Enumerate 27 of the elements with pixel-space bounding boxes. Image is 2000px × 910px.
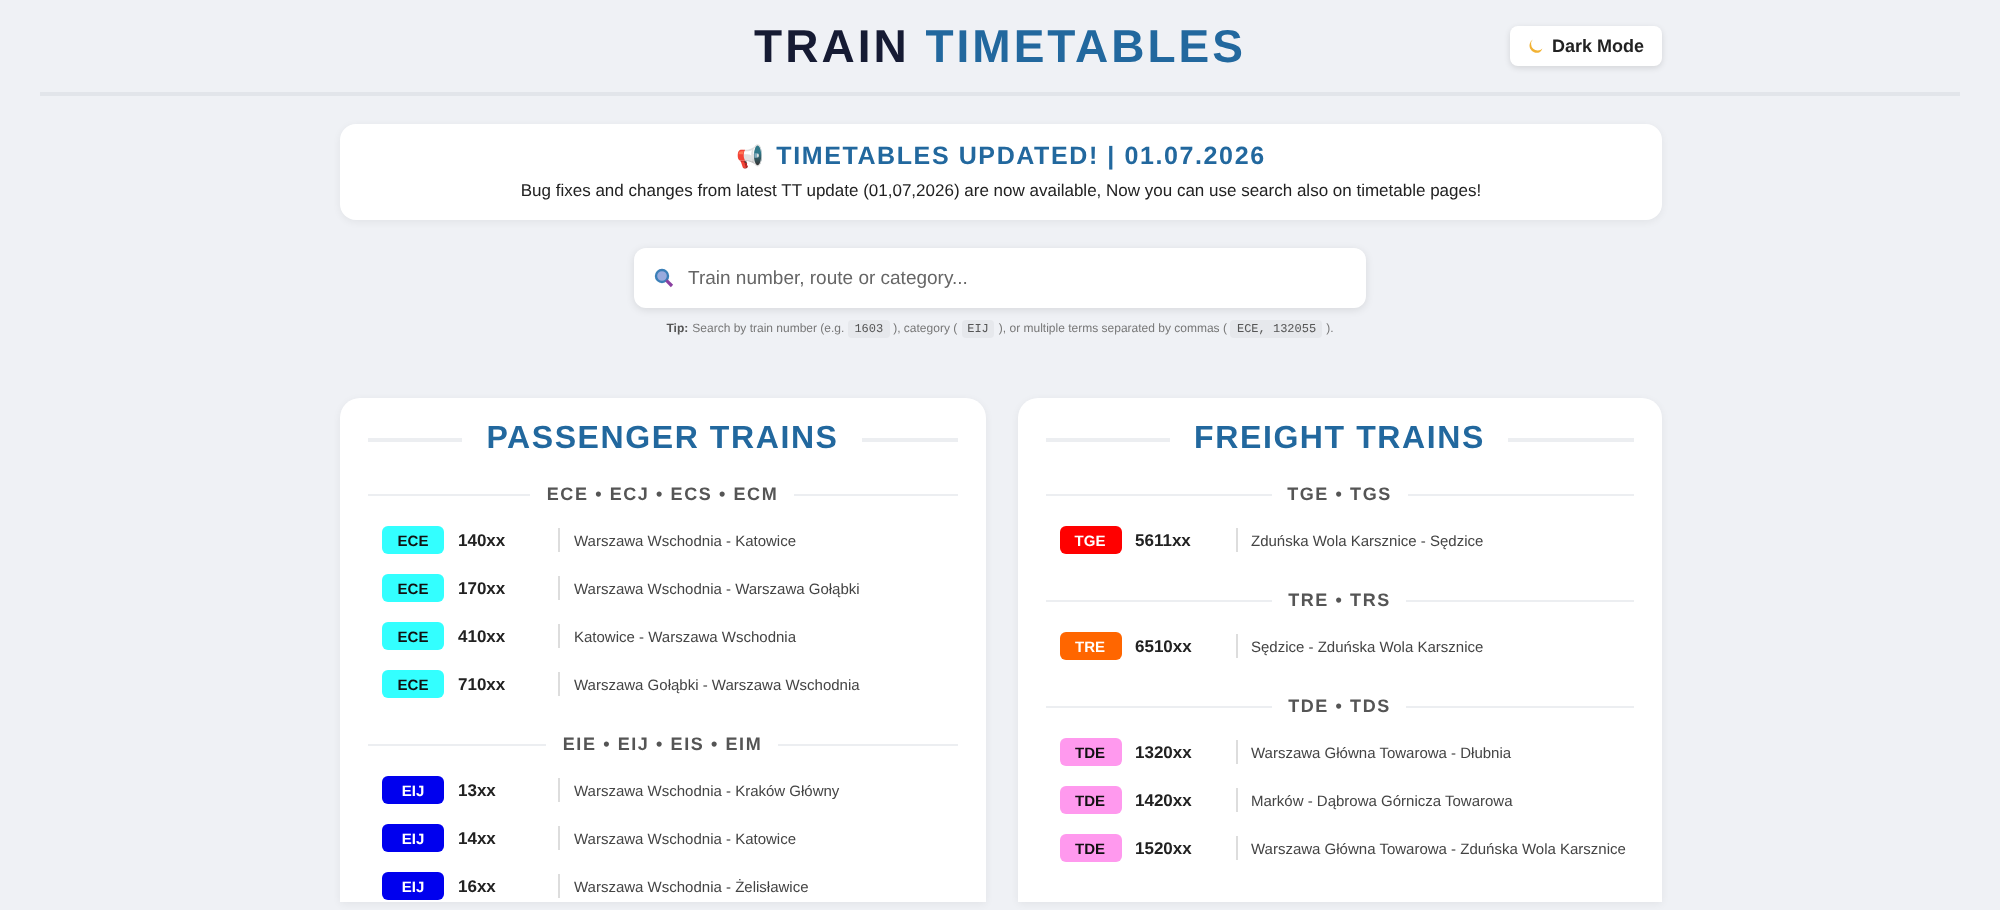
notice-text: Bug fixes and changes from latest TT update (01,07,2026) are now available, Now you can use search also on timetable pages! xyxy=(518,180,1484,200)
train-number: 5611xx xyxy=(1135,530,1193,550)
train-number: 1520xx xyxy=(1135,838,1194,858)
train-number: 410xx xyxy=(458,626,508,646)
search-icon xyxy=(654,268,674,288)
moon-icon xyxy=(1527,38,1544,54)
category-heading: TDE • TDS xyxy=(1288,696,1391,716)
panel-title: FREIGHT TRAINS xyxy=(1194,422,1485,458)
train-number: 1420xx xyxy=(1135,790,1194,810)
train-number: 14xx xyxy=(458,828,498,848)
train-number: 170xx xyxy=(458,578,508,598)
category-heading: TGE • TGS xyxy=(1287,484,1392,504)
notice-title: TIMETABLES UPDATED! | 01.07.2026 xyxy=(776,142,1266,170)
category-heading: TRE • TRS xyxy=(1288,590,1391,610)
dark-mode-button[interactable]: Dark Mode xyxy=(1509,26,1662,66)
panel-title: PASSENGER TRAINS xyxy=(486,422,839,458)
train-number: 6510xx xyxy=(1135,636,1194,656)
category-heading: EIE • EIJ • EIS • EIM xyxy=(562,734,763,754)
category-heading: ECE • ECJ • ECS • ECM xyxy=(546,484,779,504)
train-number: 1320xx xyxy=(1135,742,1194,762)
train-number: 710xx xyxy=(458,674,508,694)
train-number: 16xx xyxy=(458,876,498,896)
train-number: 13xx xyxy=(458,780,498,800)
search-field[interactable]: Train number, route or category... xyxy=(634,248,1366,308)
train-number: 140xx xyxy=(458,530,508,550)
page-title: TRAIN TIMETABLES xyxy=(754,18,1246,76)
megaphone-icon: 📢 xyxy=(736,143,765,169)
